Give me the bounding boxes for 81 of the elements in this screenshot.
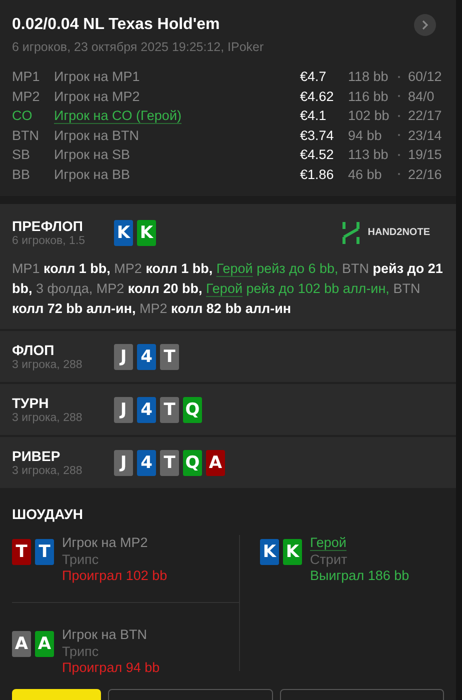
chevron-icon (421, 20, 429, 30)
playing-card: 4 (137, 450, 156, 476)
separator-dot (398, 114, 400, 117)
separator-dot (398, 173, 400, 176)
street-title: ШОУДАУН (12, 506, 84, 522)
player-stack: €3.74 (300, 128, 335, 143)
logo-text: HAND2NOTE (368, 227, 430, 238)
playing-card: T (160, 396, 179, 422)
player-bb: 46 bb (348, 166, 383, 182)
player-bb: 102 bb (348, 108, 390, 124)
player-name: Игрок на BTN (54, 128, 140, 143)
player-stack: €4.52 (300, 147, 335, 162)
player-bb: 94 bb (348, 128, 383, 143)
player-stats: 22/16 (408, 166, 443, 182)
separator-dot (398, 95, 400, 98)
player-stack: €4.62 (300, 88, 335, 104)
street-subtitle: 3 игрока, 288 (12, 465, 84, 477)
player-name: Игрок на MP2 (62, 535, 148, 550)
separator-dot (398, 76, 400, 78)
playing-card: K (114, 220, 133, 246)
playing-card: A (206, 450, 225, 476)
player-name[interactable]: Герой (310, 535, 346, 550)
separator-dot (398, 154, 400, 156)
player-name: Игрок на MP1 (54, 69, 141, 84)
playing-card: T (160, 344, 179, 370)
hand-title: 0.02/0.04 NL Texas Hold'em (12, 16, 220, 34)
street-title: ПРЕФЛОП (12, 218, 84, 234)
hand-combination: Трипс (62, 644, 100, 660)
playing-card: 4 (137, 396, 156, 422)
player-stats: 19/15 (408, 147, 443, 162)
player-bb: 118 bb (348, 69, 390, 84)
hand-result: Проиграл 94 bb (62, 660, 160, 676)
player-position: BB (12, 166, 32, 182)
playing-card: A (35, 631, 54, 657)
street-title: ФЛОП (12, 342, 56, 358)
hand-result: Проиграл 102 bb (62, 568, 168, 584)
playing-card: J (114, 450, 133, 476)
hand-result: Выиграл 186 bb (310, 568, 410, 584)
playing-card: A (12, 631, 31, 657)
player-name: Игрок на SB (54, 147, 132, 162)
playing-card: J (114, 344, 133, 370)
player-stats: 84/0 (408, 88, 436, 104)
player-stats: 22/17 (408, 108, 443, 124)
playing-card: Q (183, 396, 202, 422)
player-bb: 113 bb (348, 147, 390, 162)
player-stats: 60/12 (408, 69, 443, 84)
player-bb: 116 bb (348, 88, 390, 104)
player-position: SB (12, 147, 32, 162)
logo-icon (342, 222, 360, 244)
playing-card: K (283, 539, 302, 565)
hand-combination: Стрит (310, 552, 348, 568)
street-title: ТУРН (12, 395, 50, 411)
player-position: MP1 (12, 69, 41, 84)
street-subtitle: 6 игроков, 1.5 (12, 235, 86, 247)
playing-card: T (160, 450, 179, 476)
player-stats: 23/14 (408, 128, 443, 143)
player-name: Игрок на BTN (62, 627, 148, 642)
player-name: Игрок на BB (54, 166, 132, 182)
playing-card: K (260, 539, 279, 565)
playing-card: T (35, 539, 54, 565)
playing-card: J (114, 396, 133, 422)
player-name: Игрок на MP2 (54, 88, 141, 104)
player-stack: €1.86 (300, 166, 335, 182)
player-stack: €4.7 (300, 69, 328, 84)
next-button[interactable] (414, 14, 436, 36)
playing-card: 4 (137, 344, 156, 370)
player-position: MP2 (12, 88, 41, 104)
separator-dot (398, 134, 400, 136)
playing-card: Q (183, 450, 202, 476)
street-title: РИВЕР (12, 448, 62, 464)
player-name[interactable]: Игрок на CO (Герой) (54, 108, 300, 124)
hand-combination: Трипс (62, 552, 100, 568)
player-position: CO (12, 108, 34, 124)
street-subtitle: 3 игрока, 288 (12, 359, 84, 371)
playing-card: K (137, 220, 156, 246)
player-stack: €4.1 (300, 108, 328, 124)
playing-card: T (12, 539, 31, 565)
hand-subtitle: 6 игроков, 23 октября 2025 19:25:12, IPoker (12, 40, 265, 54)
action-log: MP1 колл 1 bb, MP2 колл 1 bb, Герой рейз до 6 bb, BTN рейз до 21 bb, 3 фолда, MP2 колл 20 bb, Герой рейз до 102 bb алл-ин, BTN колл 72 bb алл-ин, MP2 колл 82 bb алл-ин (12, 260, 444, 318)
street-subtitle: 3 игрока, 288 (12, 412, 84, 424)
player-position: BTN (12, 128, 40, 143)
